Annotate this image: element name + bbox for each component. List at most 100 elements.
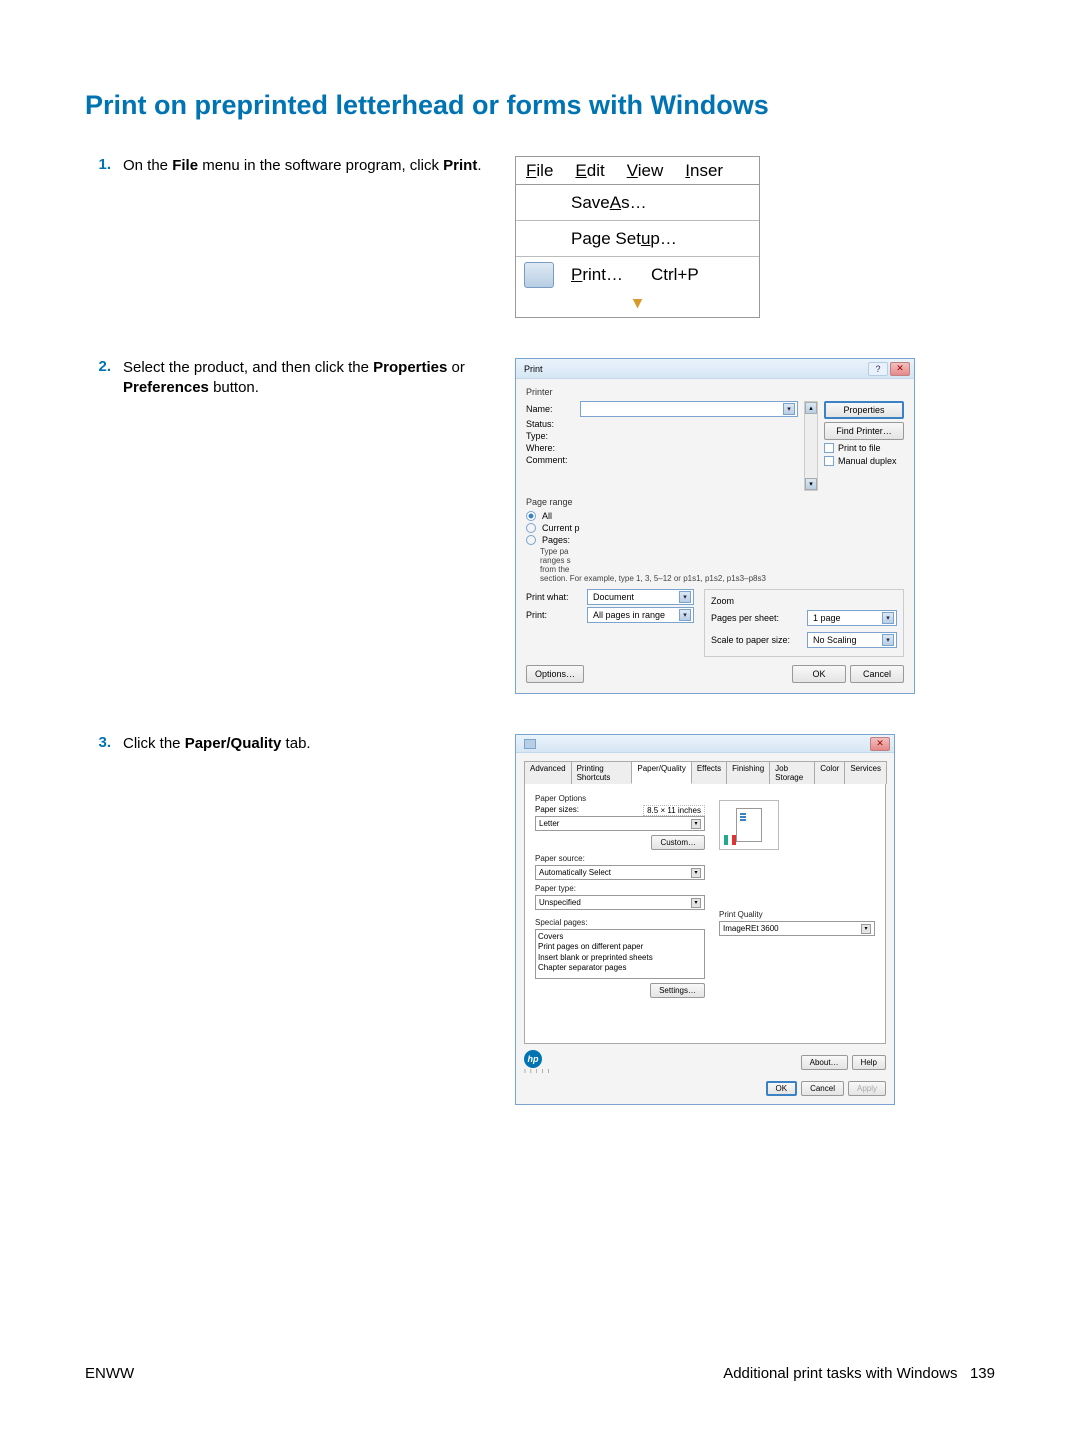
step-3: 3. Click the Paper/Quality tab. ✕ Advanc… [85,734,995,1105]
close-icon[interactable]: ✕ [870,737,890,751]
file-menu-screenshot: File Edit View Inser Save As… Page Setup… [515,156,760,318]
help-button[interactable]: Help [852,1055,886,1070]
paper-source-label: Paper source: [535,854,705,863]
type-label: Type: [526,431,574,441]
paper-source-combo[interactable]: Automatically Select▾ [535,865,705,880]
print-sel-combo[interactable]: All pages in range▾ [587,607,694,623]
list-item[interactable]: Insert blank or preprinted sheets [538,953,702,963]
print-quality-label: Print Quality [719,910,875,919]
page-range-label: Page range [526,497,904,507]
zoom-group: Zoom Pages per sheet: 1 page▾ Scale to pa… [704,589,904,657]
menubar: File Edit View Inser [516,157,759,185]
name-label: Name: [526,404,574,414]
printer-group-label: Printer [526,387,904,397]
special-pages-label: Special pages: [535,918,705,927]
zoom-label: Zoom [711,596,897,606]
comment-label: Comment: [526,455,574,465]
close-icon[interactable]: ✕ [890,362,910,376]
ok-button[interactable]: OK [766,1081,798,1096]
paper-type-label: Paper type: [535,884,705,893]
titlebar: Print ? ✕ [516,359,914,379]
chevron-down-icon[interactable]: ▾ [783,403,795,415]
step-instruction: Click the Paper/Quality tab. [123,734,311,754]
menu-item-print[interactable]: Print… Ctrl+P [516,257,759,293]
pps-label: Pages per sheet: [711,613,801,623]
list-item[interactable]: Print pages on different paper [538,942,702,952]
paper-sizes-label: Paper sizes: [535,805,579,816]
tab-strip: Advanced Printing Shortcuts Paper/Qualit… [524,761,886,784]
radio-current[interactable]: Current p [526,523,904,533]
scrollbar[interactable]: ▴ ▾ [804,401,818,491]
tab-color[interactable]: Color [814,761,845,784]
paper-options-label: Paper Options [535,794,705,803]
step-number: 3. [85,734,123,751]
tab-advanced[interactable]: Advanced [524,761,572,784]
paper-type-combo[interactable]: Unspecified▾ [535,895,705,910]
list-item[interactable]: Chapter separator pages [538,963,702,973]
tab-job-storage[interactable]: Job Storage [769,761,815,784]
chevron-up-icon[interactable]: ▴ [805,402,817,414]
menu-insert[interactable]: Inser [685,161,723,181]
tab-paper-quality[interactable]: Paper/Quality [631,761,691,784]
menu-view[interactable]: View [627,161,664,181]
print-what-label: Print what: [526,592,581,602]
about-button[interactable]: About… [801,1055,848,1070]
special-pages-list[interactable]: Covers Print pages on different paper In… [535,929,705,979]
menu-item-save-as[interactable]: Save As… [516,185,759,221]
paper-size-combo[interactable]: Letter▾ [535,816,705,831]
ok-button[interactable]: OK [792,665,846,683]
titlebar: ✕ [516,735,894,753]
print-dialog: Print ? ✕ Printer Name: ▾ Sta [515,358,915,694]
hint-text: section. For example, type 1, 3, 5–12 or… [540,574,904,583]
step-1: 1. On the File menu in the software prog… [85,156,995,318]
tab-effects[interactable]: Effects [691,761,727,784]
scale-combo[interactable]: No Scaling▾ [807,632,897,648]
chevron-down-icon[interactable]: ▾ [805,478,817,490]
tab-finishing[interactable]: Finishing [726,761,770,784]
step-instruction: Select the product, and then click the P… [123,358,485,399]
printer-name-combo[interactable]: ▾ [580,401,798,417]
apply-button[interactable]: Apply [848,1081,886,1096]
tab-services[interactable]: Services [844,761,887,784]
pps-combo[interactable]: 1 page▾ [807,610,897,626]
printer-properties-dialog: ✕ Advanced Printing Shortcuts Paper/Qual… [515,734,895,1105]
tab-printing-shortcuts[interactable]: Printing Shortcuts [571,761,633,784]
find-printer-button[interactable]: Find Printer… [824,422,904,440]
cancel-button[interactable]: Cancel [850,665,904,683]
step-instruction: On the File menu in the software program… [123,156,482,176]
expand-icon[interactable]: ▾ [516,293,759,317]
footer-left: ENWW [85,1365,134,1382]
print-to-file-checkbox[interactable]: Print to file [824,443,904,453]
radio-pages[interactable]: Pages: [526,535,904,545]
step-number: 2. [85,358,123,375]
step-number: 1. [85,156,123,173]
menu-item-page-setup[interactable]: Page Setup… [516,221,759,257]
manual-duplex-checkbox[interactable]: Manual duplex [824,456,904,466]
page-title: Print on preprinted letterhead or forms … [85,90,995,121]
page-footer: ENWW Additional print tasks with Windows… [85,1365,995,1382]
dialog-title: Print [524,364,543,374]
hint-text: Type pa ranges s from the [540,547,904,574]
list-item[interactable]: Covers [538,932,702,942]
step-2: 2. Select the product, and then click th… [85,358,995,694]
scale-label: Scale to paper size: [711,635,801,645]
print-what-combo[interactable]: Document▾ [587,589,694,605]
where-label: Where: [526,443,574,453]
print-quality-combo[interactable]: ImageREt 3600▾ [719,921,875,936]
flag-icon [724,835,736,845]
hp-logo-icon: hp [524,1050,542,1068]
footer-right: Additional print tasks with Windows 139 [723,1365,995,1382]
printer-icon [524,739,536,749]
custom-button[interactable]: Custom… [651,835,705,850]
page-preview [719,800,779,850]
menu-file[interactable]: File [526,161,553,181]
menu-edit[interactable]: Edit [575,161,604,181]
radio-all[interactable]: All [526,511,904,521]
help-icon[interactable]: ? [868,362,888,376]
print-sel-label: Print: [526,610,581,620]
properties-button[interactable]: Properties [824,401,904,419]
cancel-button[interactable]: Cancel [801,1081,844,1096]
options-button[interactable]: Options… [526,665,584,683]
settings-button[interactable]: Settings… [650,983,705,998]
status-label: Status: [526,419,574,429]
